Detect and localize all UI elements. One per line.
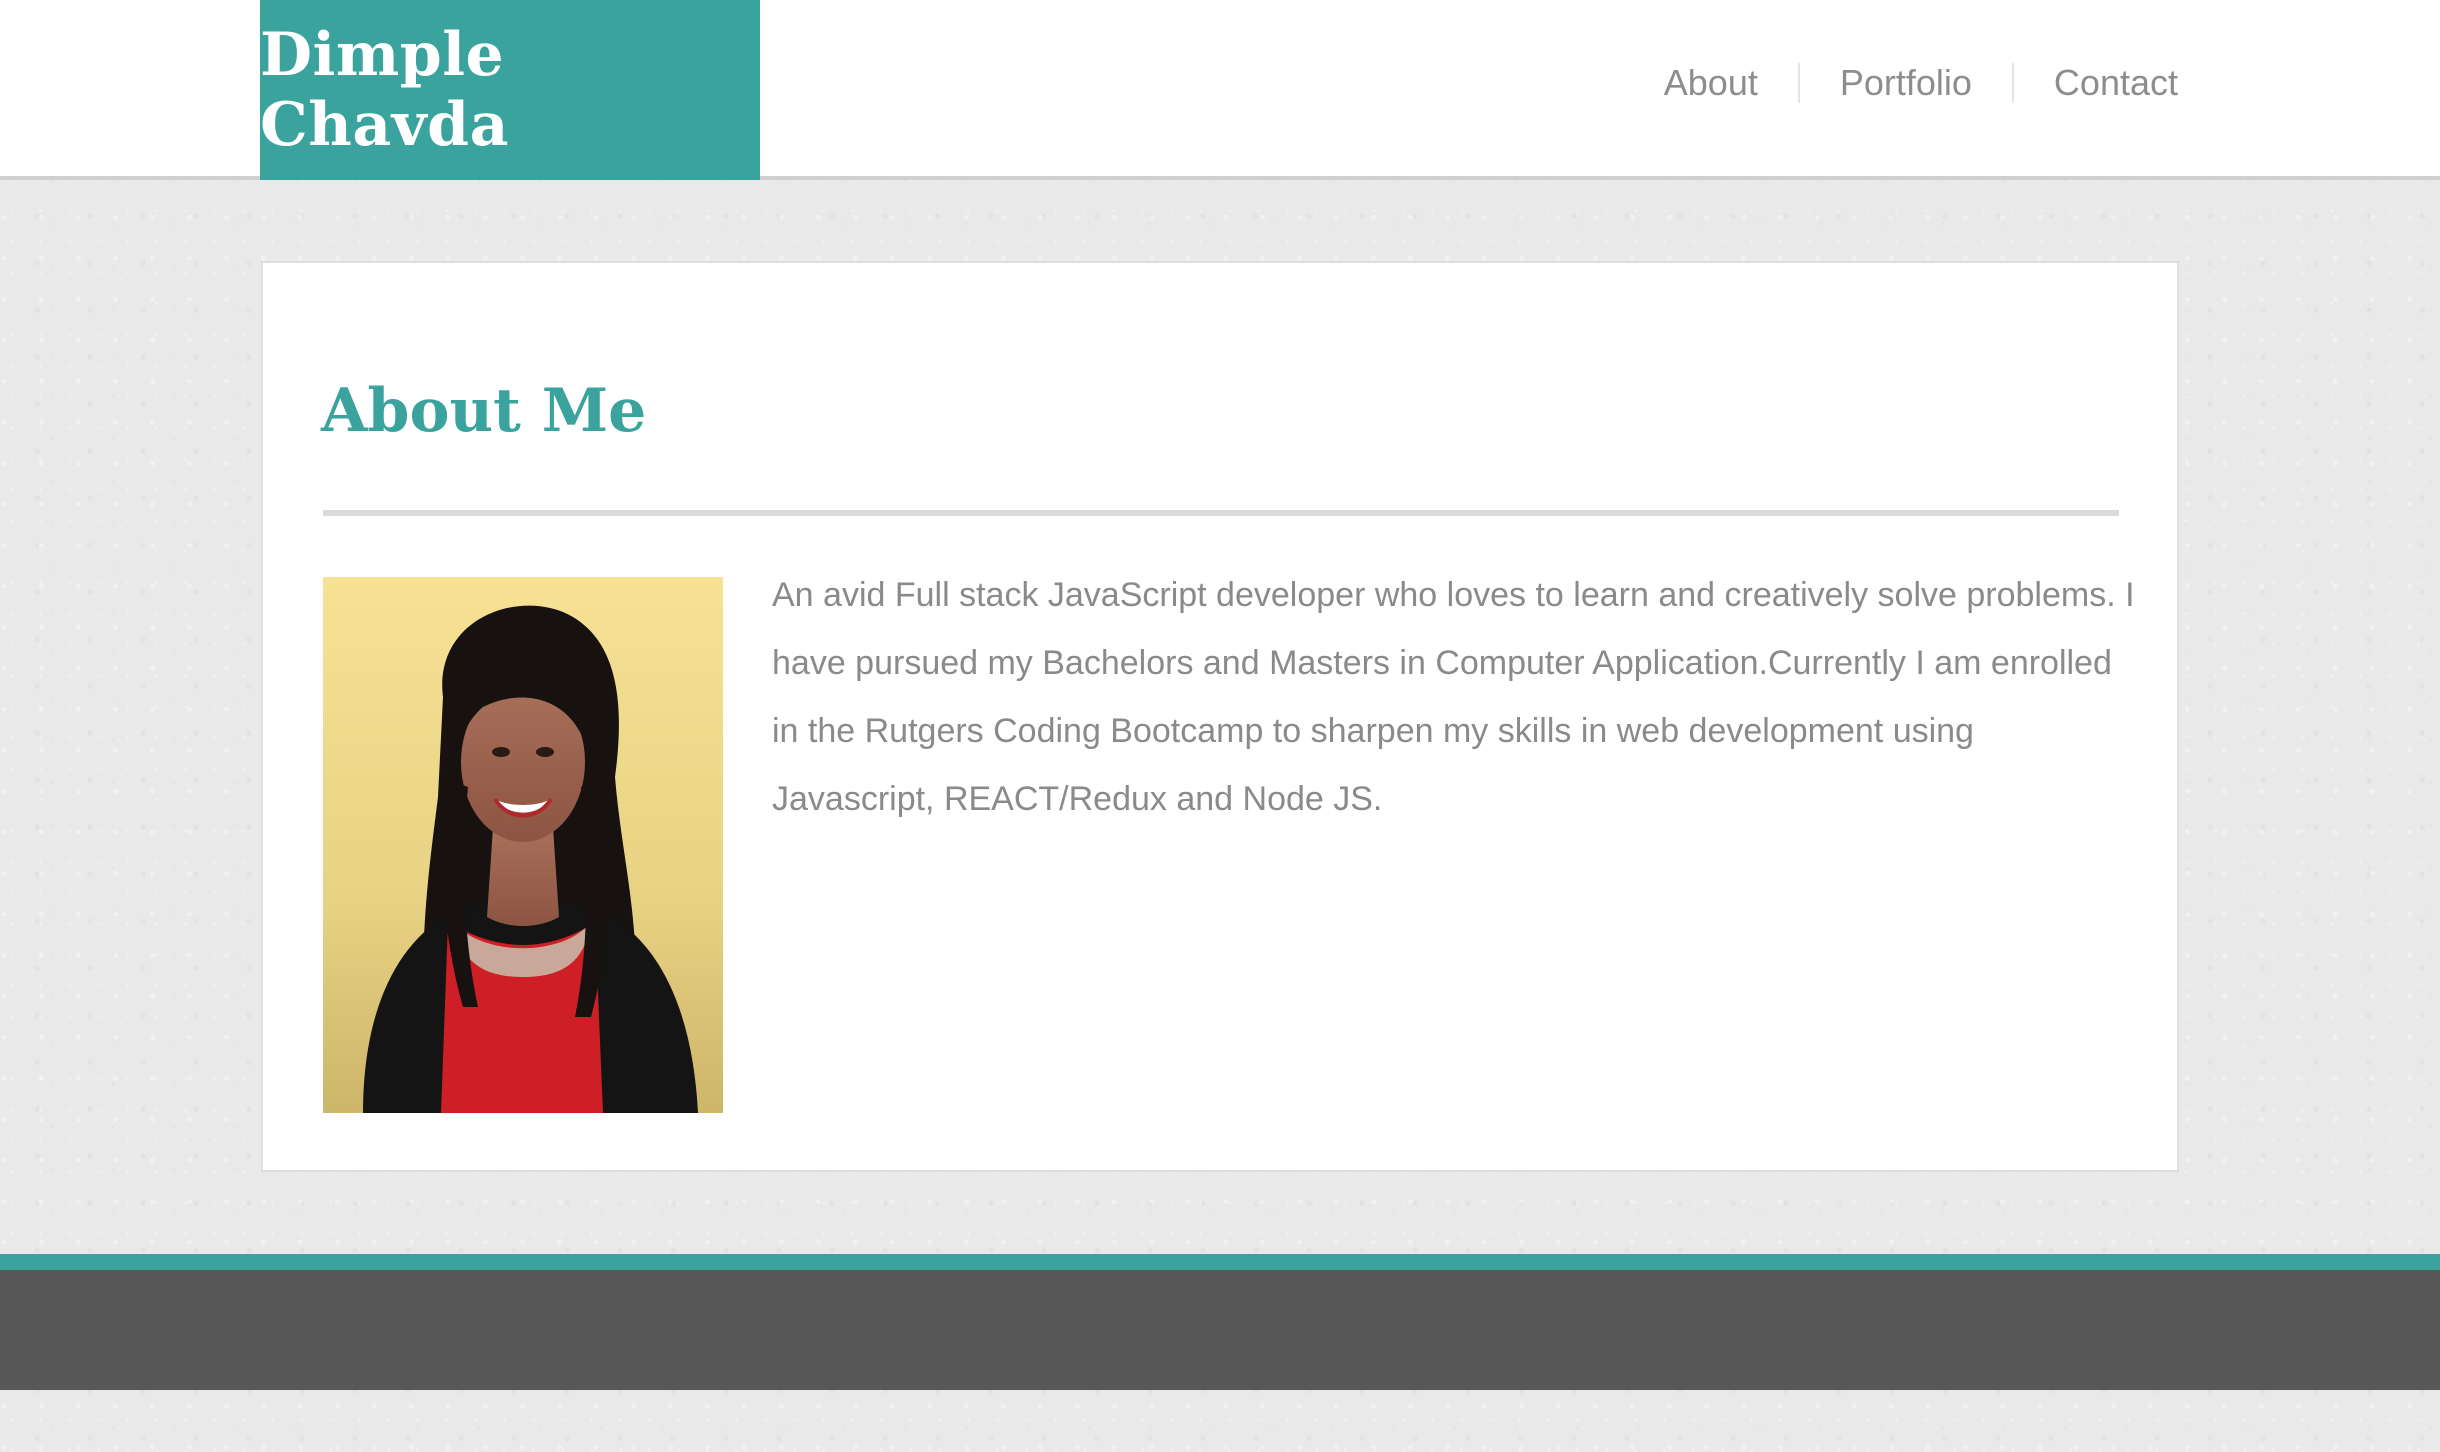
brand-logo[interactable]: Dimple Chavda [260,0,760,180]
bio-text: An avid Full stack JavaScript developer … [772,576,2135,818]
title-divider [323,510,2119,516]
brand-name: Dimple Chavda [260,20,509,160]
footer-accent-bar [0,1254,2440,1270]
nav-link-contact[interactable]: Contact [2014,55,2178,111]
main-nav: About Portfolio Contact [1624,55,2178,111]
site-header: Dimple Chavda About Portfolio Contact [0,0,2440,180]
about-card: About Me An avid Full stack JavaScript d… [261,261,2179,1172]
nav-link-about[interactable]: About [1624,55,1798,111]
site-footer [0,1270,2440,1390]
page-title: About Me [321,376,647,446]
profile-photo [323,577,723,1113]
nav-link-portfolio[interactable]: Portfolio [1800,55,2012,111]
